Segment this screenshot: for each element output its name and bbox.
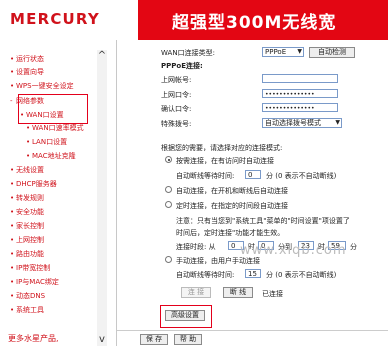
sidebar-item-routing[interactable]: • 路由功能	[10, 250, 44, 259]
chevron-down-icon: ▼	[297, 48, 302, 55]
banner-title: 超强型300M无线宽	[172, 13, 337, 33]
pppoe-heading: PPPoE连接:	[161, 62, 203, 70]
manual-timeout-input[interactable]: 15	[245, 269, 261, 278]
sidebar-item-bandwidth[interactable]: • IP带宽控制	[10, 264, 50, 273]
logo: MERCURY	[10, 10, 100, 28]
sidebar-item-security[interactable]: • 安全功能	[10, 208, 44, 217]
chevron-down-icon: ▼	[335, 119, 340, 126]
manual-timeout-hint: 分 (0 表示不自动断线)	[266, 271, 337, 279]
on-demand-timeout-hint: 分 (0 表示不自动断线)	[266, 172, 337, 180]
sidebar-item-mac-clone[interactable]: • MAC地址克隆	[26, 152, 76, 161]
mode-on-demand-label: 按需连接，在有访问时自动连接	[176, 157, 274, 165]
manual-timeout-label: 自动断线等待时间:	[176, 271, 235, 279]
note-line-2: 时间后，定时连接"功能才能生效。	[176, 229, 285, 237]
auto-detect-button[interactable]: 自动检测	[309, 47, 355, 58]
sidebar-item-parental[interactable]: • 家长控制	[10, 222, 44, 231]
sidebar-item-dhcp[interactable]: • DHCP服务器	[10, 180, 57, 189]
mode-radio-scheduled[interactable]	[165, 201, 172, 208]
watermark: www.xlqb.com	[240, 243, 347, 258]
mode-radio-auto[interactable]	[165, 186, 172, 193]
highlight-box-advanced	[160, 305, 212, 328]
on-demand-timeout-label: 自动断线等待时间:	[176, 172, 235, 180]
account-label: 上网帐号:	[161, 76, 192, 84]
highlight-box-network	[18, 94, 88, 124]
sidebar-item-ddns[interactable]: • 动态DNS	[10, 292, 45, 301]
wan-type-select[interactable]: PPPoE ▼	[262, 47, 304, 57]
header: MERCURY 超强型300M无线宽	[0, 0, 388, 40]
password-input[interactable]: ••••••••••••••	[262, 89, 338, 98]
sidebar-item-ip-mac[interactable]: • IP与MAC绑定	[10, 278, 59, 287]
sidebar-item-status[interactable]: • 运行状态	[10, 55, 44, 64]
confirm-label: 确认口令:	[161, 105, 192, 113]
sidebar-item-wireless[interactable]: • 无线设置	[10, 166, 44, 175]
sidebar-scrollbar[interactable]	[97, 50, 107, 346]
dial-label: 特殊拨号:	[161, 120, 192, 128]
confirm-input[interactable]: ••••••••••••••	[262, 103, 338, 112]
period-minute-unit: 分	[350, 243, 357, 251]
sidebar-item-wizard[interactable]: • 设置向导	[10, 68, 44, 77]
mode-radio-on-demand[interactable]	[165, 156, 172, 163]
password-label: 上网口令:	[161, 91, 192, 99]
sidebar-item-access-control[interactable]: • 上网控制	[10, 236, 44, 245]
on-demand-timeout-input[interactable]: 0	[245, 170, 261, 179]
save-button[interactable]: 保 存	[140, 334, 168, 345]
period-label: 连接时段: 从	[176, 243, 216, 251]
sidebar-item-wan-rate[interactable]: • WAN口速率模式	[26, 124, 84, 133]
sidebar-item-lan[interactable]: • LAN口设置	[26, 138, 67, 147]
wan-type-label: WAN口连接类型:	[161, 49, 215, 57]
disconnect-button[interactable]: 断 线	[223, 287, 253, 298]
note-line-1: 注意：只有当您到"系统工具"菜单的"时间设置"项设置了	[176, 217, 350, 225]
sidebar-item-system[interactable]: • 系统工具	[10, 306, 44, 315]
sidebar-more-products[interactable]: 更多水星产品,	[8, 333, 59, 344]
mode-scheduled-label: 定时连接，在指定的时间段自动连接	[176, 202, 288, 210]
mode-radio-manual[interactable]	[165, 256, 172, 263]
connection-status: 已连接	[262, 290, 283, 298]
sidebar-item-wps[interactable]: • WPS一键安全设定	[10, 82, 74, 91]
scroll-down-icon[interactable]: v	[97, 334, 107, 345]
sidebar-item-forward[interactable]: • 转发规则	[10, 194, 44, 203]
scroll-up-icon[interactable]: ^	[97, 50, 107, 61]
dial-select[interactable]: 自动选择拨号模式 ▼	[262, 118, 342, 128]
mode-heading: 根据您的需要，请选择对应的连接模式:	[161, 144, 283, 152]
help-button[interactable]: 帮 助	[174, 334, 202, 345]
banner: 超强型300M无线宽	[138, 0, 388, 40]
connect-button[interactable]: 连 接	[181, 287, 211, 298]
mode-auto-label: 自动连接，在开机和断线后自动连接	[176, 187, 288, 195]
account-input[interactable]	[262, 74, 338, 83]
